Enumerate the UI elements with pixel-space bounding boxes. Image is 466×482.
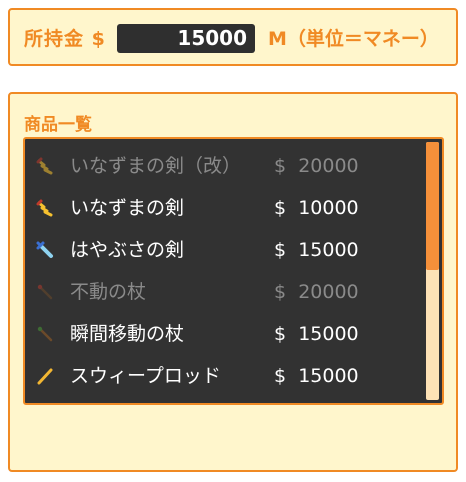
scrollbar-thumb[interactable] bbox=[426, 142, 439, 270]
price-currency: $ bbox=[274, 281, 287, 303]
lightning-sword-icon bbox=[35, 156, 55, 176]
wallet-panel: 所持金 $ 15000 M（単位＝マネー） bbox=[8, 8, 458, 66]
wallet-amount: 15000 bbox=[117, 24, 255, 53]
price-currency: $ bbox=[274, 197, 287, 219]
item-price: $ 20000 bbox=[274, 154, 359, 178]
shop-item-row[interactable]: いなずまの剣 $ 10000 bbox=[25, 187, 423, 229]
shop-item-row[interactable]: いなずまの剣（改） $ 20000 bbox=[25, 145, 423, 187]
shop-item-row[interactable]: スウィープロッド $ 15000 bbox=[25, 355, 423, 397]
rod-icon bbox=[35, 366, 55, 386]
shop-item-row[interactable]: はやぶさの剣 $ 15000 bbox=[25, 229, 423, 271]
price-value: 15000 bbox=[298, 239, 359, 261]
staff-icon bbox=[35, 282, 55, 302]
item-name: 瞬間移動の杖 bbox=[70, 323, 185, 345]
wallet-label: 所持金 $ bbox=[24, 28, 106, 50]
shop-title: 商品一覧 bbox=[24, 115, 92, 135]
price-value: 10000 bbox=[298, 197, 359, 219]
price-currency: $ bbox=[274, 365, 287, 387]
scrollbar-track[interactable] bbox=[426, 142, 439, 400]
item-name: スウィープロッド bbox=[70, 365, 221, 387]
item-price: $ 15000 bbox=[274, 238, 359, 262]
price-value: 15000 bbox=[298, 323, 359, 345]
falcon-sword-icon bbox=[35, 240, 55, 260]
price-currency: $ bbox=[274, 155, 287, 177]
wallet-unit: M（単位＝マネー） bbox=[268, 28, 439, 50]
item-name: はやぶさの剣 bbox=[70, 239, 185, 261]
price-currency: $ bbox=[274, 239, 287, 261]
price-currency: $ bbox=[274, 323, 287, 345]
item-name: 不動の杖 bbox=[70, 281, 147, 303]
shop-panel: 商品一覧 いなずまの剣（改） $ 20000 いなずまの剣 $ 10000 はやぶさの剣… bbox=[8, 92, 458, 472]
item-price: $ 10000 bbox=[274, 196, 359, 220]
item-name: いなずまの剣（改） bbox=[70, 155, 242, 177]
item-price: $ 20000 bbox=[274, 280, 359, 304]
shop-item-row[interactable]: 瞬間移動の杖 $ 15000 bbox=[25, 313, 423, 355]
item-list[interactable]: いなずまの剣（改） $ 20000 いなずまの剣 $ 10000 はやぶさの剣 $ 150… bbox=[23, 137, 444, 405]
item-price: $ 15000 bbox=[274, 322, 359, 346]
lightning-sword-icon bbox=[35, 198, 55, 218]
price-value: 20000 bbox=[298, 281, 359, 303]
shop-item-row[interactable]: 不動の杖 $ 20000 bbox=[25, 271, 423, 313]
price-value: 20000 bbox=[298, 155, 359, 177]
item-name: いなずまの剣 bbox=[70, 197, 185, 219]
staff-icon bbox=[35, 324, 55, 344]
price-value: 15000 bbox=[298, 365, 359, 387]
item-price: $ 15000 bbox=[274, 364, 359, 388]
